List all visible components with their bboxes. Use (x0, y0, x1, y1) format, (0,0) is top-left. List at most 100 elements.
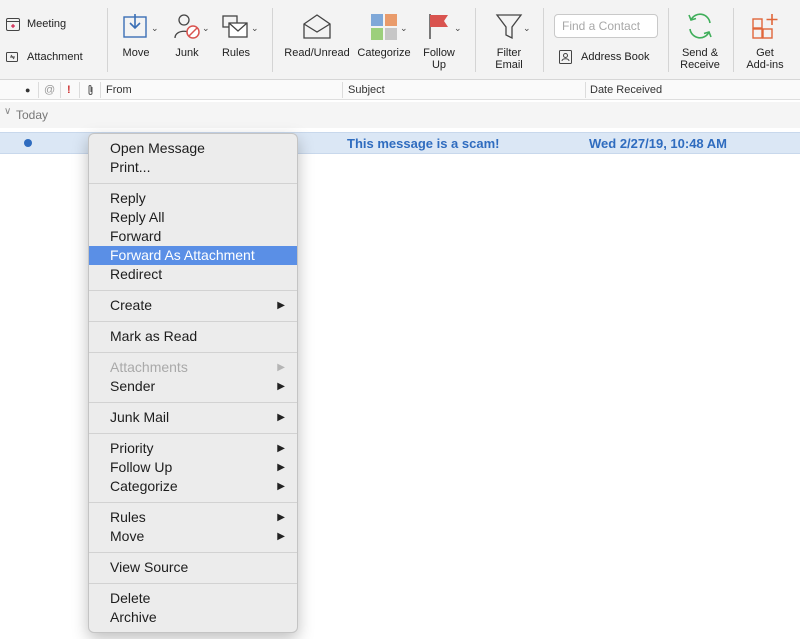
column-divider (79, 82, 80, 98)
send-receive-button[interactable]: Send & Receive (677, 11, 723, 71)
ribbon-separator (107, 8, 108, 72)
menu-item-label: Redirect (110, 266, 163, 282)
menu-separator (89, 502, 297, 503)
menu-item-label: Categorize (110, 478, 178, 494)
menu-item-reply[interactable]: Reply (89, 189, 297, 208)
menu-item-forward[interactable]: Forward (89, 227, 297, 246)
categorize-button[interactable]: Categorize (356, 11, 412, 59)
menu-item-follow-up[interactable]: Follow Up ▶ (89, 458, 297, 477)
menu-item-reply-all[interactable]: Reply All (89, 208, 297, 227)
menu-item-junk-mail[interactable]: Junk Mail ▶ (89, 408, 297, 427)
move-button[interactable]: Move (116, 11, 156, 59)
submenu-arrow-icon: ▶ (277, 443, 285, 454)
filter-funnel-icon (495, 14, 523, 40)
unread-column-icon[interactable]: ● (25, 85, 30, 95)
get-addins-button[interactable]: Get Add-ins (742, 11, 788, 71)
junk-label: Junk (175, 47, 199, 59)
menu-item-create[interactable]: Create ▶ (89, 296, 297, 315)
junk-icon (174, 14, 200, 39)
column-divider (342, 82, 343, 98)
address-book-label: Address Book (581, 51, 650, 63)
submenu-arrow-icon: ▶ (277, 512, 285, 523)
context-menu: Open Message Print... Reply Reply All Fo… (88, 133, 298, 633)
add-ins-icon (752, 14, 778, 39)
importance-column-icon[interactable]: ! (67, 84, 71, 96)
menu-item-label: Rules (110, 509, 146, 525)
attachment-button[interactable]: Attachment (5, 49, 83, 65)
follow-up-button[interactable]: Follow Up (418, 11, 460, 71)
ribbon-separator (543, 8, 544, 72)
menu-item-label: Junk Mail (110, 409, 170, 425)
menu-item-label: Move (110, 528, 145, 544)
rules-label: Rules (221, 47, 251, 59)
chevron-down-icon[interactable]: ∨ (4, 106, 11, 117)
menu-item-print[interactable]: Print... (89, 158, 297, 177)
column-divider (60, 82, 61, 98)
chevron-down-icon[interactable]: ⌄ (523, 23, 531, 34)
submenu-arrow-icon: ▶ (277, 462, 285, 473)
ribbon-separator (733, 8, 734, 72)
chevron-down-icon[interactable]: ⌄ (454, 23, 462, 34)
attachment-label: Attachment (27, 51, 83, 63)
menu-item-view-source[interactable]: View Source (89, 558, 297, 577)
flag-icon (429, 14, 448, 39)
menu-item-forward-as-attachment[interactable]: Forward As Attachment (89, 246, 297, 265)
submenu-arrow-icon: ▶ (277, 412, 285, 423)
rules-icon (222, 15, 248, 38)
unread-dot-icon (24, 139, 32, 147)
submenu-arrow-icon: ▶ (277, 362, 285, 373)
menu-separator (89, 352, 297, 353)
attachment-column-icon[interactable] (87, 84, 95, 99)
submenu-arrow-icon: ▶ (277, 300, 285, 311)
rules-button[interactable]: Rules (216, 11, 256, 59)
mention-column-icon[interactable]: @ (44, 84, 55, 96)
menu-item-label: Create (110, 297, 153, 313)
address-book-button[interactable]: Address Book (558, 49, 649, 65)
menu-item-archive[interactable]: Archive (89, 608, 297, 627)
find-contact-input[interactable] (554, 14, 658, 38)
group-header-today[interactable]: ∨ Today (0, 102, 800, 128)
submenu-arrow-icon: ▶ (277, 381, 285, 392)
filter-email-button[interactable]: Filter Email (487, 11, 531, 71)
menu-item-redirect[interactable]: Redirect (89, 265, 297, 284)
menu-item-label: Follow Up (110, 459, 173, 475)
menu-item-label: Forward As Attachment (110, 247, 255, 263)
menu-separator (89, 321, 297, 322)
menu-item-label: Reply All (110, 209, 165, 225)
menu-item-attachments: Attachments ▶ (89, 358, 297, 377)
menu-item-rules[interactable]: Rules ▶ (89, 508, 297, 527)
menu-item-categorize[interactable]: Categorize ▶ (89, 477, 297, 496)
menu-separator (89, 552, 297, 553)
meeting-label: Meeting (27, 18, 67, 30)
menu-item-delete[interactable]: Delete (89, 589, 297, 608)
menu-separator (89, 183, 297, 184)
menu-item-label: Mark as Read (110, 328, 198, 344)
chevron-down-icon[interactable]: ⌄ (151, 23, 159, 34)
paperclip-icon (6, 52, 18, 62)
envelope-open-icon (303, 14, 331, 39)
date-received-column-header[interactable]: Date Received (590, 84, 662, 96)
submenu-arrow-icon: ▶ (277, 481, 285, 492)
follow-up-label-2: Up (431, 59, 447, 71)
menu-separator (89, 402, 297, 403)
menu-item-move[interactable]: Move ▶ (89, 527, 297, 546)
message-date: Wed 2/27/19, 10:48 AM (589, 136, 728, 151)
chevron-down-icon[interactable]: ⌄ (251, 23, 259, 34)
meeting-button[interactable]: Meeting (5, 16, 66, 32)
ribbon-separator (272, 8, 273, 72)
chevron-down-icon[interactable]: ⌄ (202, 23, 210, 34)
junk-button[interactable]: Junk (167, 11, 207, 59)
menu-item-sender[interactable]: Sender ▶ (89, 377, 297, 396)
from-column-header[interactable]: From (106, 84, 132, 96)
menu-item-priority[interactable]: Priority ▶ (89, 439, 297, 458)
menu-item-open-message[interactable]: Open Message (89, 139, 297, 158)
menu-item-mark-as-read[interactable]: Mark as Read (89, 327, 297, 346)
menu-item-label: Attachments (110, 359, 188, 375)
read-unread-button[interactable]: Read/Unread (282, 11, 352, 59)
send-receive-label-1: Send & (681, 47, 719, 59)
menu-item-label: Delete (110, 590, 151, 606)
subject-column-header[interactable]: Subject (348, 84, 385, 96)
menu-separator (89, 290, 297, 291)
column-divider (38, 82, 39, 98)
chevron-down-icon[interactable]: ⌄ (400, 23, 408, 34)
